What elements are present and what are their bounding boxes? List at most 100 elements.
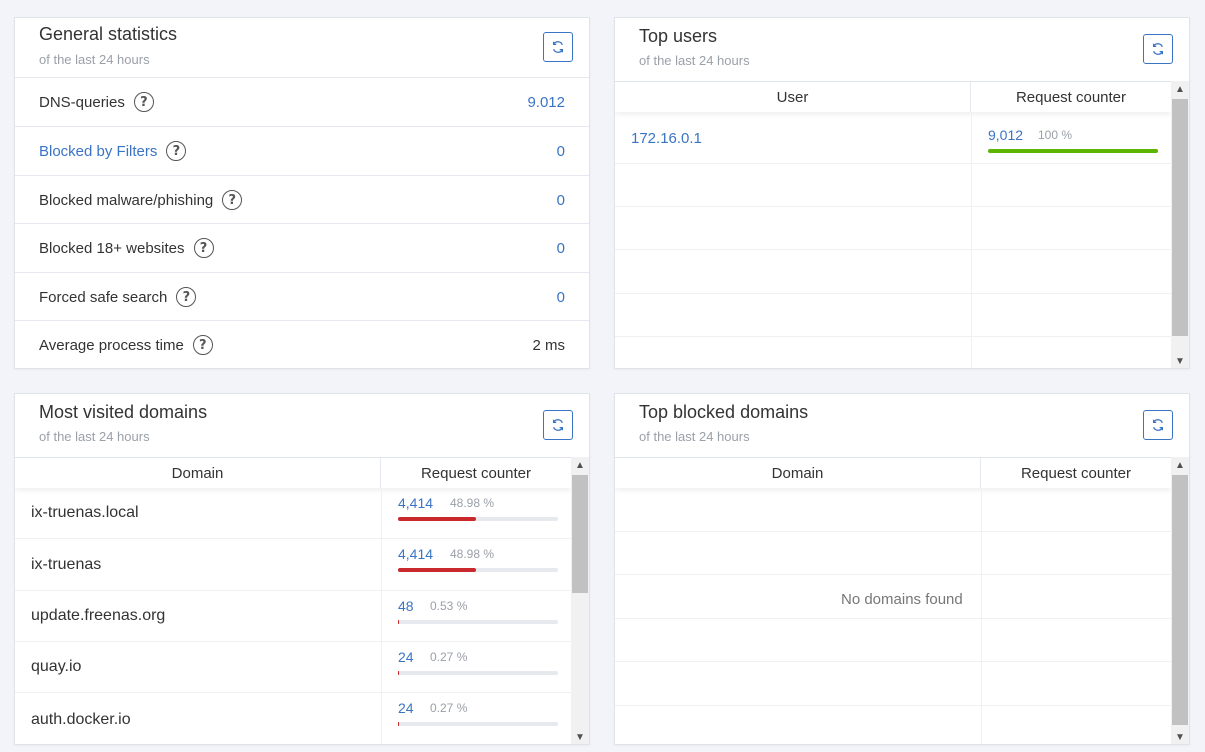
domain-name: auth.docker.io: [31, 710, 131, 728]
refresh-button[interactable]: [543, 410, 573, 440]
help-icon[interactable]: ?: [176, 287, 197, 307]
request-percent: 0.27 %: [430, 650, 468, 664]
stat-value: 0: [556, 239, 565, 257]
stat-row-blocked-by-filters: Blocked by Filters? 0: [15, 126, 589, 175]
column-header-request-counter[interactable]: Request counter: [381, 458, 571, 488]
refresh-button[interactable]: [1143, 34, 1173, 64]
request-percent: 0.27 %: [430, 701, 468, 715]
request-percent: 48.98 %: [450, 547, 495, 561]
stat-row-safe-search: Forced safe search? 0: [15, 272, 589, 321]
card-title: Most visited domains: [39, 402, 208, 422]
user-link[interactable]: 172.16.0.1: [615, 113, 971, 163]
scroll-up-arrow-icon[interactable]: ▲: [1171, 457, 1189, 474]
card-header: Most visited domains of the last 24 hour…: [15, 394, 589, 454]
vertical-scrollbar[interactable]: ▲ ▼: [1171, 81, 1189, 368]
empty-row-divider: [615, 293, 1171, 294]
help-icon[interactable]: ?: [133, 92, 154, 112]
progress-bar: [398, 671, 558, 675]
empty-row-divider: [615, 705, 1171, 706]
top-users-card: Top users of the last 24 hours User Requ…: [614, 17, 1190, 369]
stat-row-blocked-adult: Blocked 18+ websites? 0: [15, 223, 589, 272]
request-count[interactable]: 48: [398, 598, 414, 614]
stat-value: 0: [556, 288, 565, 306]
stat-value: 2 ms: [532, 336, 565, 354]
scroll-down-arrow-icon[interactable]: ▼: [1171, 353, 1189, 368]
progress-fill: [398, 568, 477, 572]
column-divider: [971, 164, 972, 368]
help-icon[interactable]: ?: [192, 335, 213, 355]
column-header-domain[interactable]: Domain: [15, 458, 381, 488]
help-icon[interactable]: ?: [222, 190, 243, 210]
table-header: Domain Request counter: [615, 457, 1171, 488]
progress-bar: [398, 620, 558, 624]
scroll-down-arrow-icon[interactable]: ▼: [1171, 729, 1189, 744]
refresh-icon: [1152, 419, 1164, 431]
scroll-up-arrow-icon[interactable]: ▲: [1171, 81, 1189, 98]
progress-bar: [398, 722, 558, 726]
scroll-down-arrow-icon[interactable]: ▼: [571, 729, 589, 744]
progress-bar: [398, 517, 558, 521]
stat-label: Blocked 18+ websites: [39, 239, 185, 257]
table-row: quay.io 24 0.27 %: [15, 642, 571, 693]
table-header: Domain Request counter: [15, 457, 571, 488]
refresh-icon: [1152, 43, 1164, 55]
request-count[interactable]: 4,414: [398, 495, 433, 511]
stat-value: 0: [556, 191, 565, 209]
domain-name: ix-truenas.local: [31, 504, 139, 521]
progress-bar: [988, 149, 1158, 153]
stat-row-blocked-malware: Blocked malware/phishing? 0: [15, 175, 589, 224]
help-icon[interactable]: ?: [193, 238, 214, 258]
request-count[interactable]: 24: [398, 700, 414, 716]
request-percent: 100 %: [1038, 128, 1073, 142]
column-header-user[interactable]: User: [615, 82, 971, 112]
card-header: Top blocked domains of the last 24 hours: [615, 394, 1189, 454]
vertical-scrollbar[interactable]: ▲ ▼: [571, 457, 589, 744]
vertical-scrollbar[interactable]: ▲ ▼: [1171, 457, 1189, 744]
refresh-button[interactable]: [1143, 410, 1173, 440]
top-blocked-domains-card: Top blocked domains of the last 24 hours…: [614, 393, 1190, 745]
card-header: Top users of the last 24 hours: [615, 18, 1189, 78]
empty-row-divider: [615, 531, 1171, 532]
scroll-thumb[interactable]: [1172, 475, 1188, 725]
card-subtitle: of the last 24 hours: [39, 52, 150, 67]
help-icon[interactable]: ?: [166, 141, 187, 161]
request-count[interactable]: 4,414: [398, 546, 433, 562]
progress-fill: [988, 149, 1158, 153]
scroll-thumb[interactable]: [1172, 99, 1188, 336]
scroll-thumb[interactable]: [572, 475, 588, 593]
table-row: 172.16.0.1 9,012 100 %: [615, 113, 1171, 164]
domain-name: update.freenas.org: [31, 607, 166, 624]
card-subtitle: of the last 24 hours: [639, 429, 750, 444]
card-title: General statistics: [39, 24, 178, 44]
refresh-button[interactable]: [543, 32, 573, 62]
column-header-request-counter[interactable]: Request counter: [981, 458, 1171, 488]
table-row: ix-truenas.local 4,414 48.98 %: [15, 488, 571, 539]
card-header: General statistics of the last 24 hours: [15, 18, 589, 78]
empty-row-divider: [615, 249, 1171, 250]
request-percent: 48.98 %: [450, 496, 495, 510]
card-title: Top users: [639, 26, 718, 46]
empty-row-divider: [615, 661, 1171, 662]
empty-row-divider: [615, 336, 1171, 337]
stat-label: Average process time: [39, 336, 184, 354]
card-subtitle: of the last 24 hours: [639, 53, 750, 68]
scroll-up-arrow-icon[interactable]: ▲: [571, 457, 589, 474]
general-statistics-card: General statistics of the last 24 hours …: [14, 17, 590, 369]
empty-row-divider: [615, 618, 1171, 619]
column-header-request-counter[interactable]: Request counter: [971, 82, 1171, 112]
stat-value: 0: [556, 142, 565, 160]
stat-label: Blocked malware/phishing: [39, 191, 214, 209]
stat-label-link[interactable]: Blocked by Filters: [39, 143, 157, 160]
domain-name: ix-truenas: [31, 555, 102, 573]
column-header-domain[interactable]: Domain: [615, 458, 981, 488]
domain-name: quay.io: [31, 658, 82, 675]
stat-label: DNS-queries: [39, 93, 125, 111]
column-divider: [981, 488, 982, 744]
empty-state-message: No domains found: [823, 583, 981, 616]
progress-fill: [398, 620, 399, 624]
stat-label: Forced safe search: [39, 288, 168, 306]
empty-row-divider: [615, 574, 1171, 575]
request-count[interactable]: 24: [398, 649, 414, 665]
table-row: ix-truenas 4,414 48.98 %: [15, 539, 571, 591]
request-count[interactable]: 9,012: [988, 127, 1023, 143]
